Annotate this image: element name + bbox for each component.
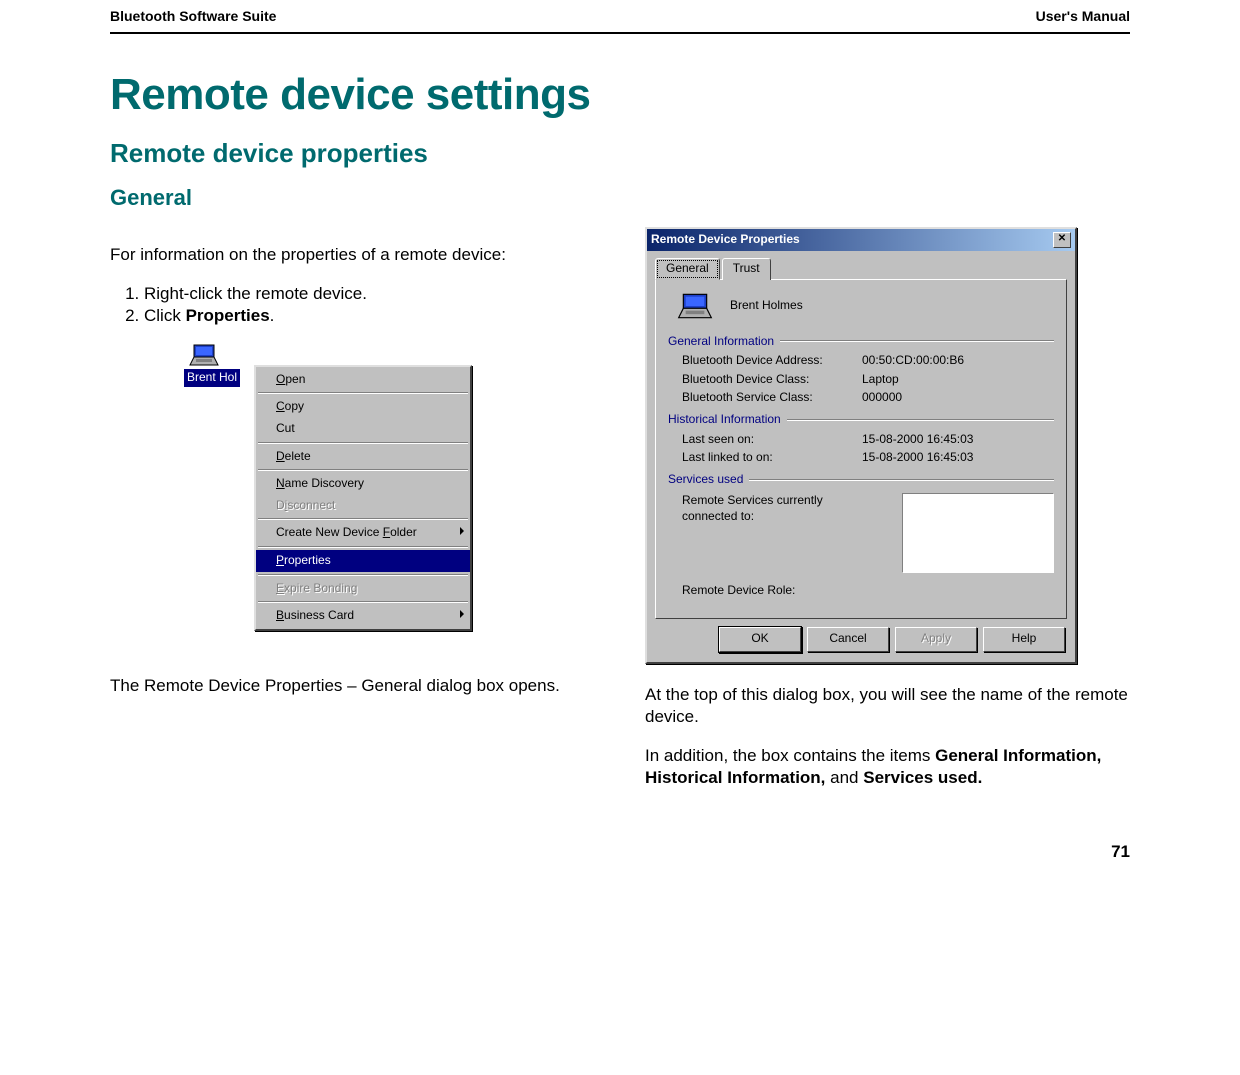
dialog-title: Remote Device Properties [651, 232, 800, 248]
right-paragraph-2: In addition, the box contains the items … [645, 745, 1130, 789]
group-services-used: Services used [668, 472, 1054, 488]
menu-delete[interactable]: Delete [256, 446, 470, 468]
context-menu: Open Copy Cut Delete Name Discovery Disc… [254, 365, 472, 631]
menu-open[interactable]: Open [256, 369, 470, 391]
intro-paragraph: For information on the properties of a r… [110, 244, 595, 266]
submenu-arrow-icon [460, 527, 464, 535]
section-heading: Remote device properties [110, 138, 1130, 169]
menu-properties[interactable]: Properties [256, 550, 470, 572]
tabs-row: General Trust [647, 251, 1075, 279]
help-button[interactable]: Help [983, 627, 1065, 652]
ok-button[interactable]: OK [719, 627, 801, 652]
menu-business-card[interactable]: Business Card [256, 605, 470, 627]
services-listbox[interactable] [902, 493, 1054, 573]
tab-trust[interactable]: Trust [722, 258, 771, 280]
group-historical-info: Historical Information [668, 412, 1054, 428]
header-left: Bluetooth Software Suite [110, 8, 276, 24]
cancel-button[interactable]: Cancel [807, 627, 889, 652]
group-general-info: General Information [668, 334, 1054, 350]
menu-create-folder[interactable]: Create New Device Folder [256, 522, 470, 544]
page-title: Remote device settings [110, 70, 1130, 120]
dialog-title-bar: Remote Device Properties ✕ [647, 229, 1075, 251]
page-header: Bluetooth Software Suite User's Manual [110, 0, 1130, 34]
right-column: Remote Device Properties ✕ General Trust [645, 227, 1130, 806]
dialog-button-row: OK Cancel Apply Help [647, 627, 1075, 662]
tab-panel-general: Brent Holmes General Information Bluetoo… [655, 279, 1067, 619]
menu-disconnect: Disconnect [256, 495, 470, 517]
close-button[interactable]: ✕ [1053, 232, 1071, 248]
step-1: Right-click the remote device. [144, 283, 595, 305]
menu-copy[interactable]: Copy [256, 396, 470, 418]
row-device-class: Bluetooth Device Class: Laptop [682, 372, 1054, 388]
menu-cut[interactable]: Cut [256, 418, 470, 440]
menu-expire-bonding: Expire Bonding [256, 578, 470, 600]
right-paragraph-1: At the top of this dialog box, you will … [645, 684, 1130, 728]
menu-name-discovery[interactable]: Name Discovery [256, 473, 470, 495]
below-figure-paragraph: The Remote Device Properties – General d… [110, 675, 595, 697]
row-last-linked: Last linked to on: 15-08-2000 16:45:03 [682, 450, 1054, 466]
laptop-icon [188, 343, 220, 367]
apply-button: Apply [895, 627, 977, 652]
step-2: Click Properties. [144, 305, 595, 327]
menu-separator [258, 469, 468, 471]
row-last-seen: Last seen on: 15-08-2000 16:45:03 [682, 432, 1054, 448]
dialog-device-name: Brent Holmes [730, 298, 803, 314]
tab-general[interactable]: General [655, 258, 720, 280]
page-number: 71 [110, 842, 1130, 862]
menu-separator [258, 518, 468, 520]
subsection-heading: General [110, 185, 1130, 211]
submenu-arrow-icon [460, 610, 464, 618]
left-column: For information on the properties of a r… [110, 227, 595, 806]
context-menu-figure: Brent Hol Open Copy Cut Delete Name Disc… [184, 343, 595, 655]
steps-list: Right-click the remote device. Click Pro… [110, 283, 595, 327]
header-right: User's Manual [1036, 8, 1130, 24]
menu-separator [258, 442, 468, 444]
device-label: Brent Hol [184, 369, 240, 387]
row-service-class: Bluetooth Service Class: 000000 [682, 390, 1054, 406]
row-services-connected: Remote Services currently connected to: [682, 493, 1054, 573]
row-remote-role: Remote Device Role: [682, 583, 1054, 599]
menu-separator [258, 392, 468, 394]
menu-separator [258, 546, 468, 548]
menu-separator [258, 574, 468, 576]
menu-separator [258, 601, 468, 603]
properties-dialog: Remote Device Properties ✕ General Trust [645, 227, 1077, 664]
row-device-address: Bluetooth Device Address: 00:50:CD:00:00… [682, 353, 1054, 369]
laptop-icon [676, 292, 714, 320]
